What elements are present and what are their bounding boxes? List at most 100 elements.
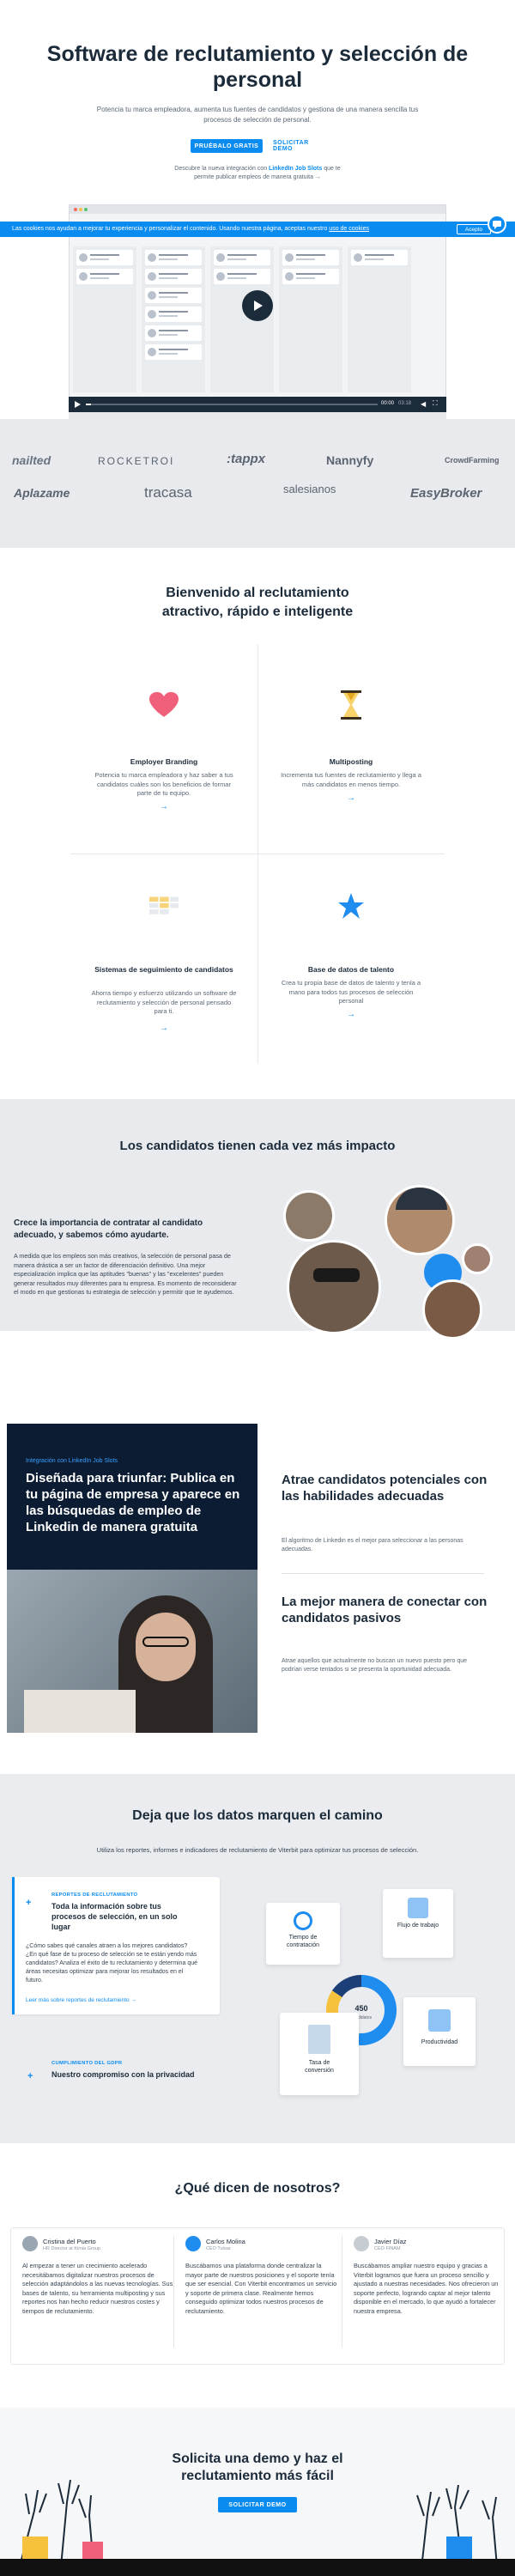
candidate-photo xyxy=(422,1279,482,1340)
data-title: Deja que los datos marquen el camino xyxy=(132,1808,383,1823)
try-free-button[interactable]: PRUÉBALO GRATIS xyxy=(191,139,263,153)
hero-title: Software de reclutamiento y selección de… xyxy=(46,42,469,92)
welcome-title: Bienvenido al reclutamiento atractivo, r… xyxy=(161,586,354,619)
testimonial-name: Cristina del Puerto xyxy=(43,2238,96,2245)
kanban-column xyxy=(73,246,136,392)
cookie-message: Las cookies nos ayudan a mejorar tu expe… xyxy=(12,226,328,232)
productivity-box: Productividad xyxy=(403,1997,476,2066)
testimonial-name: Carlos Molina xyxy=(206,2238,245,2245)
linkedin-title-post: de manera gratuita xyxy=(82,1520,198,1534)
video-window-bar xyxy=(70,205,445,214)
volume-icon[interactable]: ◀ xyxy=(421,400,426,408)
avatar xyxy=(354,2236,369,2251)
feature-desc: Incrementa tus fuentes de reclutamiento … xyxy=(281,771,421,788)
play-small-icon[interactable] xyxy=(74,401,81,408)
logo-aplazame: Aplazame xyxy=(14,486,70,500)
logo-rocketroi: ROCKETROI xyxy=(98,455,175,467)
testimonials-title: ¿Qué dicen de nosotros? xyxy=(174,2181,341,2196)
feature-title: Base de datos de talento xyxy=(307,965,395,974)
impact-title: Los candidatos tienen cada vez más impac… xyxy=(119,1139,396,1153)
testimonial-name: Javier Díaz xyxy=(374,2238,407,2245)
logo-salesianos: salesianos xyxy=(283,483,336,495)
feature-talent-database[interactable]: Base de datos de talento Crea tu propia … xyxy=(258,854,445,1063)
conversion-label: Tasa de conversión xyxy=(305,2060,334,2074)
feature-employer-branding[interactable]: Employer Branding Potencia tu marca empl… xyxy=(70,644,258,854)
gdpr-title: Nuestro compromiso con la privacidad xyxy=(52,2070,195,2079)
arrow-right-icon[interactable]: → xyxy=(156,802,172,811)
kanban-column xyxy=(348,246,411,392)
linkedin-tag: Integración con LinkedIn Job Slots xyxy=(26,1458,118,1464)
cookie-policy-link[interactable]: uso de cookies xyxy=(329,226,369,232)
reports-body: ¿Cómo sabes qué canales atraen a los mej… xyxy=(26,1943,198,1984)
clock-icon xyxy=(294,1911,312,1930)
avatar xyxy=(22,2236,38,2251)
linkedin-jobslots-link[interactable]: LinkedIn Job Slots xyxy=(269,166,322,172)
candidate-photo xyxy=(385,1185,455,1255)
cookie-accept-button[interactable]: Acepto xyxy=(457,224,491,234)
feature-title: Sistemas de seguimiento de candidatos xyxy=(94,965,233,974)
video-time: 00:00 xyxy=(381,401,395,406)
final-cta-band xyxy=(0,2408,515,2576)
arrow-right-icon[interactable]: → xyxy=(343,793,359,803)
feature-desc: Potencia tu marca empleadora y haz saber… xyxy=(94,771,233,797)
linkedin-heading-a: Atrae candidatos potenciales con las hab… xyxy=(282,1473,488,1504)
testimonial-quote: Al empezar a tener un crecimiento aceler… xyxy=(22,2262,173,2315)
kanban-column xyxy=(279,246,342,392)
reports-tag: REPORTES DE RECLUTAMIENTO xyxy=(52,1893,138,1898)
arrow-right-icon[interactable]: → xyxy=(343,1010,359,1019)
workflow-label: Flujo de trabajo xyxy=(397,1923,439,1929)
linkedin-body-a: El algoritmo de Linkedin es el mejor par… xyxy=(282,1538,464,1552)
time-to-hire-label: Tiempo de contratación xyxy=(286,1935,320,1948)
candidate-photo xyxy=(462,1243,493,1274)
plus-icon[interactable]: + xyxy=(27,2071,33,2081)
feature-ats[interactable]: Sistemas de seguimiento de candidatos Ah… xyxy=(70,854,258,1063)
reports-link[interactable]: Leer más sobre reportes de reclutamiento… xyxy=(26,1997,136,2003)
logo-nannyfy: Nannyfy xyxy=(326,453,374,467)
linkedin-photo xyxy=(7,1570,258,1733)
testimonial-quote: Buscábamos ampliar nuestro equipo y grac… xyxy=(354,2262,499,2315)
final-cta-title: Solicita una demo y haz el reclutamiento… xyxy=(172,2451,343,2483)
hero-subtitle: Potencia tu marca empleadora, aumenta tu… xyxy=(96,106,419,124)
impact-body: A medida que los empleos son más creativ… xyxy=(14,1252,237,1296)
raised-hands-illustration xyxy=(16,2479,499,2576)
cookie-text: Las cookies nos ayudan a mejorar tu expe… xyxy=(12,226,424,232)
linkedin-heading-b: La mejor manera de conectar con candidat… xyxy=(282,1595,488,1625)
feature-title: Employer Branding xyxy=(130,757,198,766)
fullscreen-icon[interactable]: ⛶ xyxy=(433,399,438,408)
request-demo-link[interactable]: SOLICITAR DEMO xyxy=(273,139,328,153)
video-duration: 03:18 xyxy=(398,401,412,406)
linkedin-title: Diseñada para triunfar: Publica en tu pá… xyxy=(26,1470,240,1535)
hero-note-prefix: Descubre la nueva integración con xyxy=(174,166,268,172)
testimonial-role: CEO FINAM xyxy=(374,2246,401,2251)
linkedin-body-b: Atrae aquellos que actualmente no buscan… xyxy=(282,1658,467,1673)
impact-heading: Crece la importancia de contratar al can… xyxy=(14,1218,203,1240)
logo-crowdfarming: CrowdFarming xyxy=(445,456,500,465)
testimonial-role: HR Director at Kimia Group xyxy=(43,2246,100,2251)
video-progress-bar[interactable] xyxy=(86,404,378,405)
logo-nailted: nailted xyxy=(12,453,52,467)
thumbs-up-icon xyxy=(428,2009,451,2032)
conversion-box: Tasa de conversión xyxy=(280,2013,359,2095)
request-demo-button[interactable]: SOLICITAR DEMO xyxy=(218,2497,297,2512)
testimonial-quote: Buscábamos una plataforma donde centrali… xyxy=(185,2262,337,2315)
hero-note: Descubre la nueva integración con Linked… xyxy=(167,165,348,182)
footer-strip xyxy=(0,2559,515,2576)
feature-multiposting[interactable]: Multiposting Incrementa tus fuentes de r… xyxy=(258,644,445,854)
feature-title: Multiposting xyxy=(329,757,373,766)
divider xyxy=(282,1573,484,1574)
reports-title: Toda la información sobre tus procesos d… xyxy=(52,1902,178,1931)
productivity-label: Productividad xyxy=(421,2039,458,2045)
chat-icon[interactable] xyxy=(488,215,506,234)
workflow-icon xyxy=(408,1898,428,1918)
donut-value: 450 xyxy=(354,2004,367,2013)
avatar xyxy=(185,2236,201,2251)
building-icon xyxy=(308,2025,330,2054)
workflow-box: Flujo de trabajo xyxy=(383,1889,453,1958)
feature-desc: Crea tu propia base de datos de talento … xyxy=(281,979,421,1005)
hourglass-icon xyxy=(336,690,366,720)
plus-icon[interactable]: + xyxy=(26,1898,31,1908)
time-to-hire-box: Tiempo de contratación xyxy=(266,1903,340,1965)
play-icon[interactable] xyxy=(242,290,273,321)
arrow-right-icon[interactable]: → xyxy=(156,1024,172,1033)
logo-tappx: :tappx xyxy=(227,452,265,466)
